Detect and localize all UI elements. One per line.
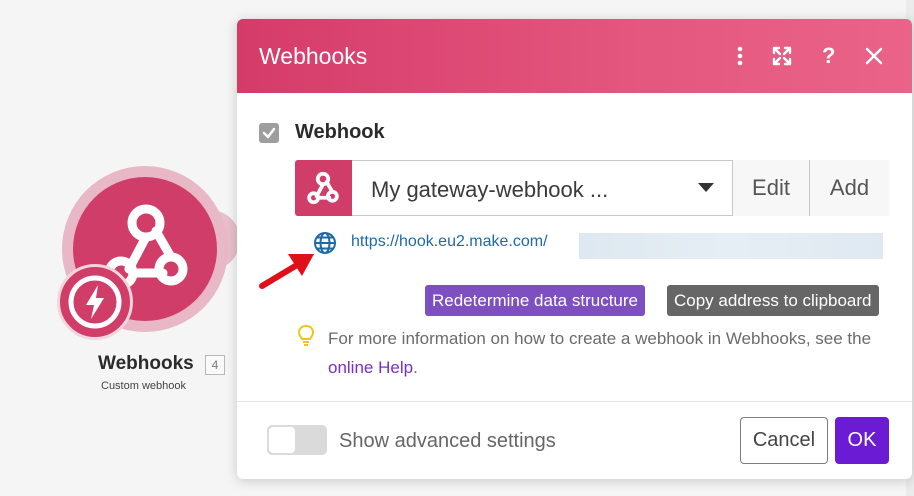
- toggle-knob: [269, 427, 295, 453]
- webhook-field-label: Webhook: [295, 121, 385, 143]
- caret-down-icon[interactable]: [698, 183, 714, 193]
- webhook-url[interactable]: https://hook.eu2.make.com/: [351, 233, 548, 251]
- close-icon: [865, 47, 883, 65]
- scenario-module[interactable]: Webhooks 4 Custom webhook: [0, 0, 240, 420]
- advanced-settings-toggle[interactable]: [267, 425, 327, 455]
- module-name: Webhooks: [98, 353, 194, 374]
- webhook-field-checkbox[interactable]: [259, 123, 279, 143]
- webhook-select[interactable]: My gateway-webhook ...: [371, 177, 608, 203]
- online-help-link[interactable]: online Help: [328, 358, 413, 377]
- webhook-select-group: My gateway-webhook ... Edit Add: [295, 160, 889, 216]
- more-options-button[interactable]: [725, 41, 755, 71]
- close-button[interactable]: [859, 41, 889, 71]
- module-count-badge: 4: [205, 355, 225, 375]
- url-redacted-area: [579, 233, 883, 259]
- dialog-title: Webhooks: [259, 43, 368, 69]
- check-icon: [262, 127, 276, 139]
- help-icon: ?: [822, 43, 836, 68]
- lightning-icon: [68, 275, 122, 329]
- info-text: For more information on how to create a …: [328, 324, 898, 382]
- instant-trigger-badge: [57, 264, 133, 340]
- help-button[interactable]: ?: [814, 41, 844, 71]
- expand-button[interactable]: [767, 41, 797, 71]
- expand-icon: [772, 46, 792, 66]
- module-subtitle: Custom webhook: [101, 380, 186, 392]
- select-app-icon: [295, 160, 352, 216]
- advanced-settings-label[interactable]: Show advanced settings: [339, 430, 556, 453]
- lightbulb-icon: [297, 324, 315, 346]
- webhook-icon: [307, 171, 339, 205]
- add-webhook-button[interactable]: Add: [809, 160, 889, 216]
- redetermine-data-structure-button[interactable]: Redetermine data structure: [425, 285, 645, 316]
- webhooks-dialog: Webhooks ? Webhook My gateway-webhook ..…: [237, 19, 912, 479]
- dialog-header: Webhooks ?: [237, 19, 912, 93]
- more-vertical-icon: [737, 46, 743, 66]
- cancel-button[interactable]: Cancel: [740, 417, 828, 464]
- info-text-main: For more information on how to create a …: [328, 329, 872, 348]
- edit-webhook-button[interactable]: Edit: [732, 160, 809, 216]
- copy-address-button[interactable]: Copy address to clipboard: [667, 285, 879, 316]
- ok-button[interactable]: OK: [835, 417, 889, 464]
- footer-divider: [237, 401, 912, 402]
- red-arrow-annotation: [259, 254, 314, 289]
- info-text-end: .: [413, 358, 418, 377]
